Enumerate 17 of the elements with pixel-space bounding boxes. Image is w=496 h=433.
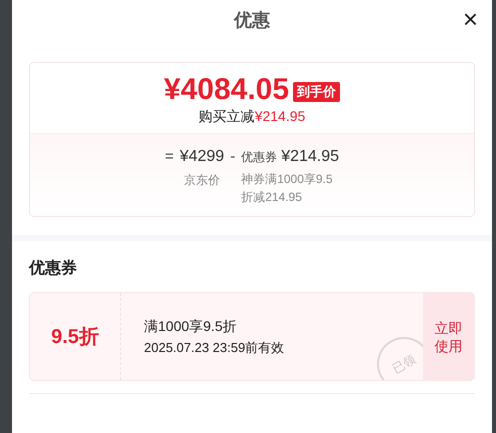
base-price-label: 京东价 xyxy=(184,172,220,189)
coupon-validity: 2025.07.23 23:59前有效 xyxy=(144,338,286,356)
coupon-discount: 9.5折 xyxy=(51,324,99,350)
coupon-note: 神券满1000享9.5 折减214.95 xyxy=(241,171,334,206)
saving-text: 购买立减¥214.95 xyxy=(198,107,306,125)
equals-sign: = xyxy=(164,147,174,167)
minus-sign: - xyxy=(230,147,236,167)
use-now-button[interactable]: 立即使用 xyxy=(423,293,474,380)
coupon-amount: ¥214.95 xyxy=(281,147,340,167)
final-price: ¥4084.05 xyxy=(164,73,290,107)
final-price-tag: 到手价 xyxy=(293,82,340,102)
close-button[interactable]: × xyxy=(462,6,478,32)
section-heading: 优惠券 xyxy=(29,259,78,279)
dialog-title: 优惠 xyxy=(234,8,270,32)
coupon-condition: 满1000享9.5折 xyxy=(144,316,238,336)
base-price: ¥4299 xyxy=(180,147,224,167)
coupon-label: 优惠券 xyxy=(241,149,278,166)
